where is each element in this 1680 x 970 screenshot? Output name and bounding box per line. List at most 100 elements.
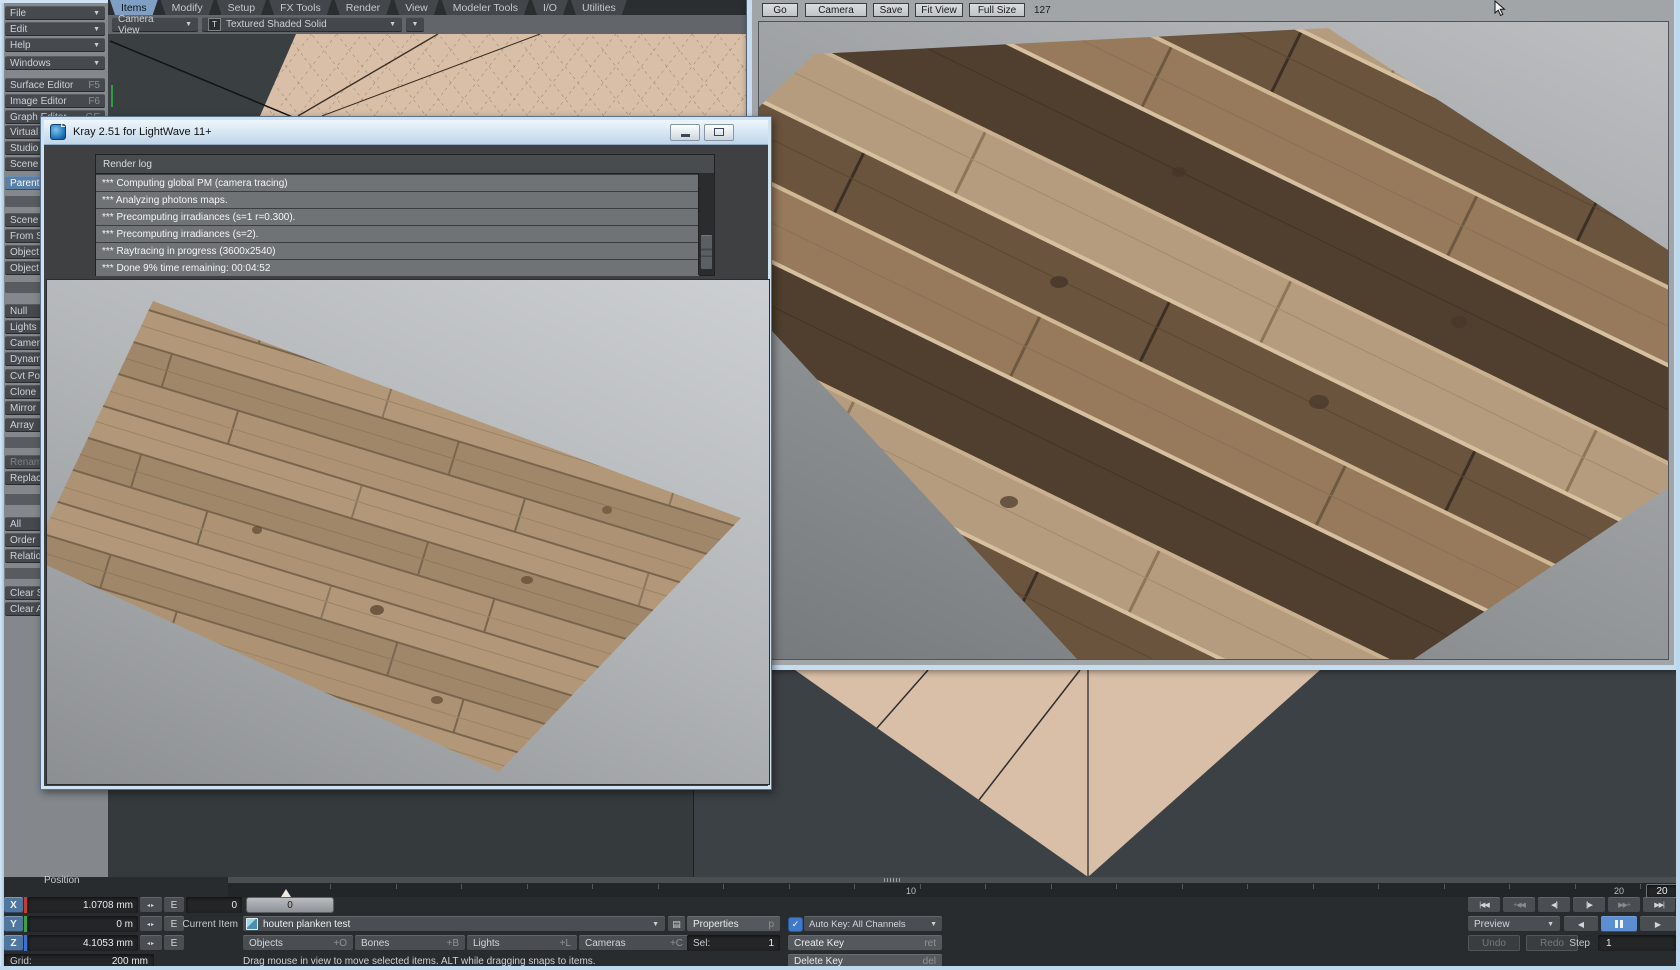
pause-icon — [1615, 920, 1623, 928]
sidebar-item[interactable]: Surface Editor F5 — [5, 78, 105, 92]
transport-icon: ▶▶+ — [1618, 901, 1630, 909]
main-tab[interactable]: Render — [335, 0, 391, 15]
main-tab[interactable]: FX Tools — [269, 0, 332, 15]
main-tab-bar: Items Modify Setup FX Tools Render View — [108, 0, 751, 15]
frame-slider[interactable]: 0 — [246, 897, 334, 913]
z-envelope-button[interactable]: E — [164, 935, 184, 951]
transport-button[interactable]: ||▶ — [1573, 897, 1605, 913]
maximize-icon — [714, 128, 724, 136]
transport-button[interactable]: |◀◀ — [1468, 897, 1500, 913]
render-toolbar-button[interactable]: Save — [873, 3, 909, 17]
z-axis-button[interactable]: Z — [4, 935, 23, 951]
edit-mode-button[interactable]: Cameras +C — [579, 935, 689, 951]
bottom-control-panel: Position 10 20 20 X 1.0708 mm ◂▸ E 0 0 — [0, 877, 1680, 970]
pause-button[interactable] — [1601, 916, 1637, 932]
x-spinner[interactable]: ◂▸ — [140, 897, 162, 913]
current-frame-marker[interactable] — [281, 889, 291, 897]
auto-key-checkbox[interactable]: ✓ — [788, 917, 803, 932]
item-list-button[interactable]: ▤ — [668, 916, 685, 932]
edit-mode-button[interactable]: Objects +O — [243, 935, 353, 951]
edit-mode-button[interactable]: Lights +L — [467, 935, 577, 951]
render-toolbar-button[interactable]: Fit View — [915, 3, 963, 17]
tab-label: I/O — [543, 2, 557, 14]
spinner-arrows-icon: ◂▸ — [147, 902, 155, 909]
render-log-line[interactable]: *** Precomputing irradiances (s=2). — [96, 225, 699, 242]
transport-button[interactable]: +◀◀ — [1503, 897, 1535, 913]
menu-label: Windows — [10, 58, 51, 69]
y-position-row: Y 0 m ◂▸ E Current Item houten planken t… — [0, 916, 1680, 932]
play-reverse-button[interactable]: ◀ — [1564, 916, 1598, 932]
sidebar-item-shortcut: F5 — [88, 80, 100, 91]
viewport-options-dropdown[interactable]: ▼ — [406, 17, 424, 32]
chevron-down-icon: ▼ — [93, 26, 100, 33]
kray-title-bar[interactable]: L Kray 2.51 for LightWave 11+ — [44, 120, 768, 145]
x-value-field[interactable]: 1.0708 mm — [28, 897, 138, 913]
main-tab[interactable]: I/O — [532, 0, 568, 15]
menu-button[interactable]: Help ▼ — [5, 38, 105, 52]
kray-render-output-window: Go Camera Save Fit View Full Size 127 — [747, 0, 1680, 670]
edit-mode-buttons: Objects +O Bones +B Lights +L Camer — [243, 935, 689, 951]
main-tab[interactable]: Modeler Tools — [442, 0, 529, 15]
render-log-line[interactable]: *** Analyzing photons maps. — [96, 191, 699, 208]
sidebar-item[interactable]: Image Editor F6 — [5, 94, 105, 108]
main-tab[interactable]: Utilities — [571, 0, 627, 15]
menu-button[interactable]: Windows ▼ — [5, 56, 105, 70]
render-log-line[interactable]: *** Computing global PM (camera tracing) — [96, 174, 699, 191]
log-scrollbar-thumb[interactable] — [701, 235, 712, 269]
render-toolbar-button[interactable]: Go — [762, 3, 798, 17]
menu-button[interactable]: Edit ▼ — [5, 22, 105, 36]
render-log-line[interactable]: *** Raytracing in progress (3600x2540) — [96, 242, 699, 259]
timeline-ruler[interactable]: 10 20 20 — [228, 883, 1676, 897]
step-field[interactable]: 1 — [1598, 935, 1676, 951]
tab-label: FX Tools — [280, 2, 321, 14]
properties-button[interactable]: Properties p — [687, 916, 780, 932]
create-key-button[interactable]: Create Key ret — [788, 935, 942, 951]
tab-label: Items — [121, 2, 147, 14]
x-envelope-button[interactable]: E — [164, 897, 184, 913]
minimize-button[interactable] — [670, 124, 700, 141]
texture-icon: T — [208, 18, 221, 31]
selection-count-field: Sel: 1 — [687, 935, 780, 951]
render-output-view[interactable] — [758, 21, 1669, 660]
auto-key-dropdown[interactable]: Auto Key: All Channels ▼ — [804, 916, 942, 932]
end-frame-field[interactable]: 20 — [1646, 884, 1678, 898]
render-log-line[interactable]: *** Precomputing irradiances (s=1 r=0.30… — [96, 208, 699, 225]
play-button[interactable]: ▶ — [1640, 916, 1676, 932]
menu-button[interactable]: File ▼ — [5, 6, 105, 20]
object-cube-icon — [246, 918, 258, 930]
maximize-button[interactable] — [704, 124, 734, 141]
chevron-down-icon: ▼ — [652, 921, 659, 928]
z-value-field[interactable]: 4.1053 mm — [28, 935, 138, 951]
current-frame-field[interactable]: 0 — [186, 897, 242, 913]
view-mode-dropdown[interactable]: Camera View ▼ — [112, 17, 198, 32]
main-tab[interactable]: Setup — [217, 0, 266, 15]
log-scrollbar[interactable] — [698, 173, 714, 275]
drag-handle-icon[interactable] — [884, 878, 900, 882]
y-axis-button[interactable]: Y — [4, 916, 23, 932]
transport-button[interactable]: ◀|| — [1538, 897, 1570, 913]
z-spinner[interactable]: ◂▸ — [140, 935, 162, 951]
position-section-label: Position — [44, 875, 80, 886]
main-tab[interactable]: View — [394, 0, 439, 15]
shading-mode-label: Textured Shaded Solid — [226, 19, 327, 30]
camera-viewport-strip[interactable] — [108, 34, 751, 116]
shading-mode-dropdown[interactable]: T Textured Shaded Solid ▼ — [202, 17, 402, 32]
y-value-field[interactable]: 0 m — [28, 916, 138, 932]
undo-button[interactable]: Undo — [1468, 935, 1520, 951]
transport-icon: ||▶ — [1586, 901, 1592, 909]
render-log-line[interactable]: *** Done 9% time remaining: 00:04:52 — [96, 259, 699, 276]
sidebar-item-label: Object — [10, 247, 39, 258]
kray-app-icon: L — [50, 124, 66, 140]
perspective-viewport-plane[interactable] — [740, 670, 1440, 877]
render-counter: 127 — [1034, 5, 1051, 16]
ruler-label-10: 10 — [906, 886, 916, 896]
transport-button[interactable]: ▶▶| — [1643, 897, 1675, 913]
edit-mode-button[interactable]: Bones +B — [355, 935, 465, 951]
transport-button[interactable]: ▶▶+ — [1608, 897, 1640, 913]
list-icon: ▤ — [672, 919, 681, 930]
preview-dropdown[interactable]: Preview ▼ — [1468, 916, 1560, 932]
current-item-dropdown[interactable]: houten planken test ▼ — [243, 916, 665, 932]
x-axis-button[interactable]: X — [4, 897, 23, 913]
render-toolbar-button[interactable]: Full Size — [969, 3, 1025, 17]
render-toolbar-button[interactable]: Camera — [805, 3, 867, 17]
